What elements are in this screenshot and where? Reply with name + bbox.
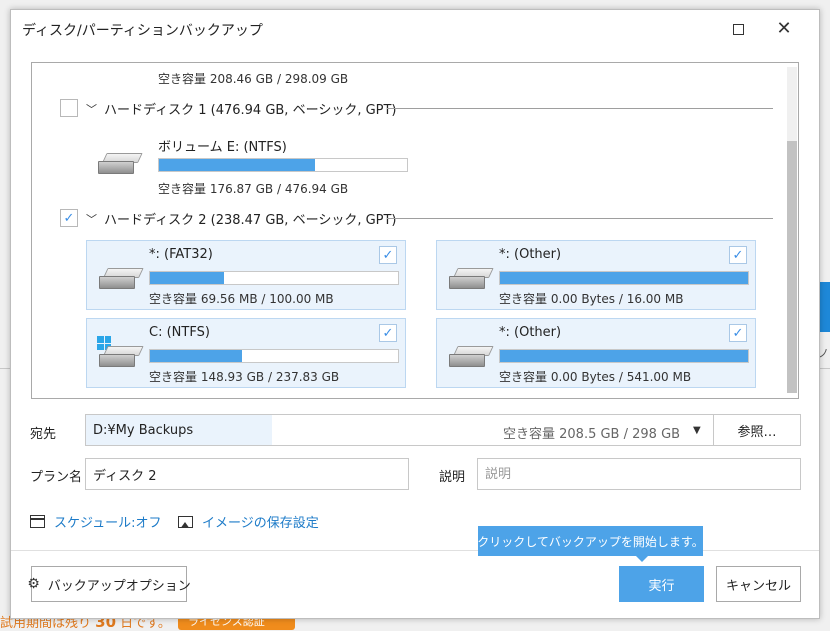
- check-icon: ✓: [732, 325, 744, 341]
- usage-bar-fill: [150, 272, 225, 284]
- drive-icon: [99, 346, 144, 368]
- close-icon: ✕: [776, 18, 792, 39]
- calendar-icon: [30, 515, 45, 528]
- check-icon: ✓: [382, 325, 394, 341]
- usage-bar: [158, 158, 408, 172]
- disk1-header: ハードディスク 1 (476.94 GB, ベーシック, GPT): [104, 102, 397, 118]
- background-divider: [820, 368, 830, 369]
- partition-card[interactable]: *: (Other) ✓ 空き容量 0.00 Bytes / 541.00 MB: [436, 318, 756, 388]
- partition-free-space: 空き容量 176.87 GB / 476.94 GB: [158, 182, 349, 196]
- maximize-icon: [732, 23, 744, 35]
- disk-partition-list[interactable]: 空き容量 208.46 GB / 298.09 GB ﹀ ハードディスク 1 (…: [31, 62, 799, 399]
- partition-checkbox[interactable]: ✓: [729, 246, 747, 264]
- divider: [387, 218, 773, 219]
- partition-card[interactable]: *: (Other) ✓ 空き容量 0.00 Bytes / 16.00 MB: [436, 240, 756, 310]
- usage-bar: [149, 349, 399, 363]
- partition-free-space: 空き容量 69.56 MB / 100.00 MB: [149, 292, 334, 306]
- run-tooltip: クリックしてバックアップを開始します。: [477, 526, 704, 562]
- partition-name: *: (FAT32): [149, 247, 213, 262]
- dropdown-arrow-icon[interactable]: ▼: [693, 425, 701, 436]
- partition-name: C: (NTFS): [149, 325, 210, 340]
- gear-icon: ⚙: [27, 576, 40, 592]
- run-button[interactable]: 実行: [619, 566, 704, 602]
- check-icon: ✓: [732, 247, 744, 263]
- browse-button[interactable]: 参照…: [714, 415, 800, 445]
- usage-bar: [499, 349, 749, 363]
- check-icon: ✓: [63, 210, 75, 226]
- partition-name: ボリューム E: (NTFS): [158, 140, 287, 155]
- drive-icon: [98, 153, 143, 175]
- cancel-button[interactable]: キャンセル: [716, 566, 801, 602]
- vertical-scrollbar[interactable]: [787, 67, 797, 393]
- drive-icon: [99, 268, 144, 290]
- description-input[interactable]: [477, 458, 801, 490]
- divider: [387, 108, 773, 109]
- chevron-down-icon[interactable]: ﹀: [86, 211, 97, 227]
- drive-icon: [449, 268, 494, 290]
- destination-label: 宛先: [30, 427, 57, 442]
- backup-dialog: ディスク/パーティションバックアップ ✕ 空き容量 208.46 GB / 29…: [10, 9, 820, 619]
- partition-free-space: 空き容量 0.00 Bytes / 541.00 MB: [499, 370, 692, 384]
- image-settings-link[interactable]: イメージの保存設定: [178, 512, 319, 531]
- description-label: 説明: [439, 470, 466, 485]
- partition-checkbox[interactable]: ✓: [379, 246, 397, 264]
- maximize-button[interactable]: [718, 14, 758, 44]
- schedule-link[interactable]: スケジュール:オフ: [30, 512, 161, 531]
- usage-bar-fill: [500, 350, 748, 362]
- scrollbar-thumb[interactable]: [787, 141, 797, 393]
- usage-bar: [149, 271, 399, 285]
- partition-name: *: (Other): [499, 247, 562, 262]
- usage-bar-fill: [500, 272, 748, 284]
- destination-path: D:¥My Backups: [93, 423, 194, 438]
- partition-free-space: 空き容量 148.93 GB / 237.83 GB: [149, 370, 340, 384]
- usage-bar-fill: [159, 159, 316, 171]
- image-icon: [178, 515, 193, 528]
- previous-disk-free-space: 空き容量 208.46 GB / 298.09 GB: [158, 72, 349, 86]
- close-button[interactable]: ✕: [764, 14, 804, 44]
- backup-options-button[interactable]: ⚙ バックアップオプション: [27, 566, 191, 602]
- partition-checkbox[interactable]: ✓: [729, 324, 747, 342]
- disk2-header: ハードディスク 2 (238.47 GB, ベーシック, GPT): [104, 212, 397, 228]
- partition-checkbox[interactable]: ✓: [379, 324, 397, 342]
- disk1-checkbox[interactable]: [60, 99, 78, 117]
- plan-name-input[interactable]: [85, 458, 409, 490]
- disk2-checkbox[interactable]: ✓: [60, 209, 78, 227]
- destination-free-space: 空き容量 208.5 GB / 298 GB: [503, 427, 681, 442]
- dialog-title: ディスク/パーティションバックアップ: [22, 23, 263, 39]
- chevron-down-icon[interactable]: ﹀: [86, 101, 97, 117]
- partition-card[interactable]: *: (FAT32) ✓ 空き容量 69.56 MB / 100.00 MB: [86, 240, 406, 310]
- usage-bar-fill: [150, 350, 242, 362]
- usage-bar: [499, 271, 749, 285]
- plan-name-label: プラン名: [30, 470, 83, 485]
- check-icon: ✓: [382, 247, 394, 263]
- partition-free-space: 空き容量 0.00 Bytes / 16.00 MB: [499, 292, 684, 306]
- partition-card[interactable]: C: (NTFS) ✓ 空き容量 148.93 GB / 237.83 GB: [86, 318, 406, 388]
- partition-name: *: (Other): [499, 325, 562, 340]
- drive-icon: [449, 346, 494, 368]
